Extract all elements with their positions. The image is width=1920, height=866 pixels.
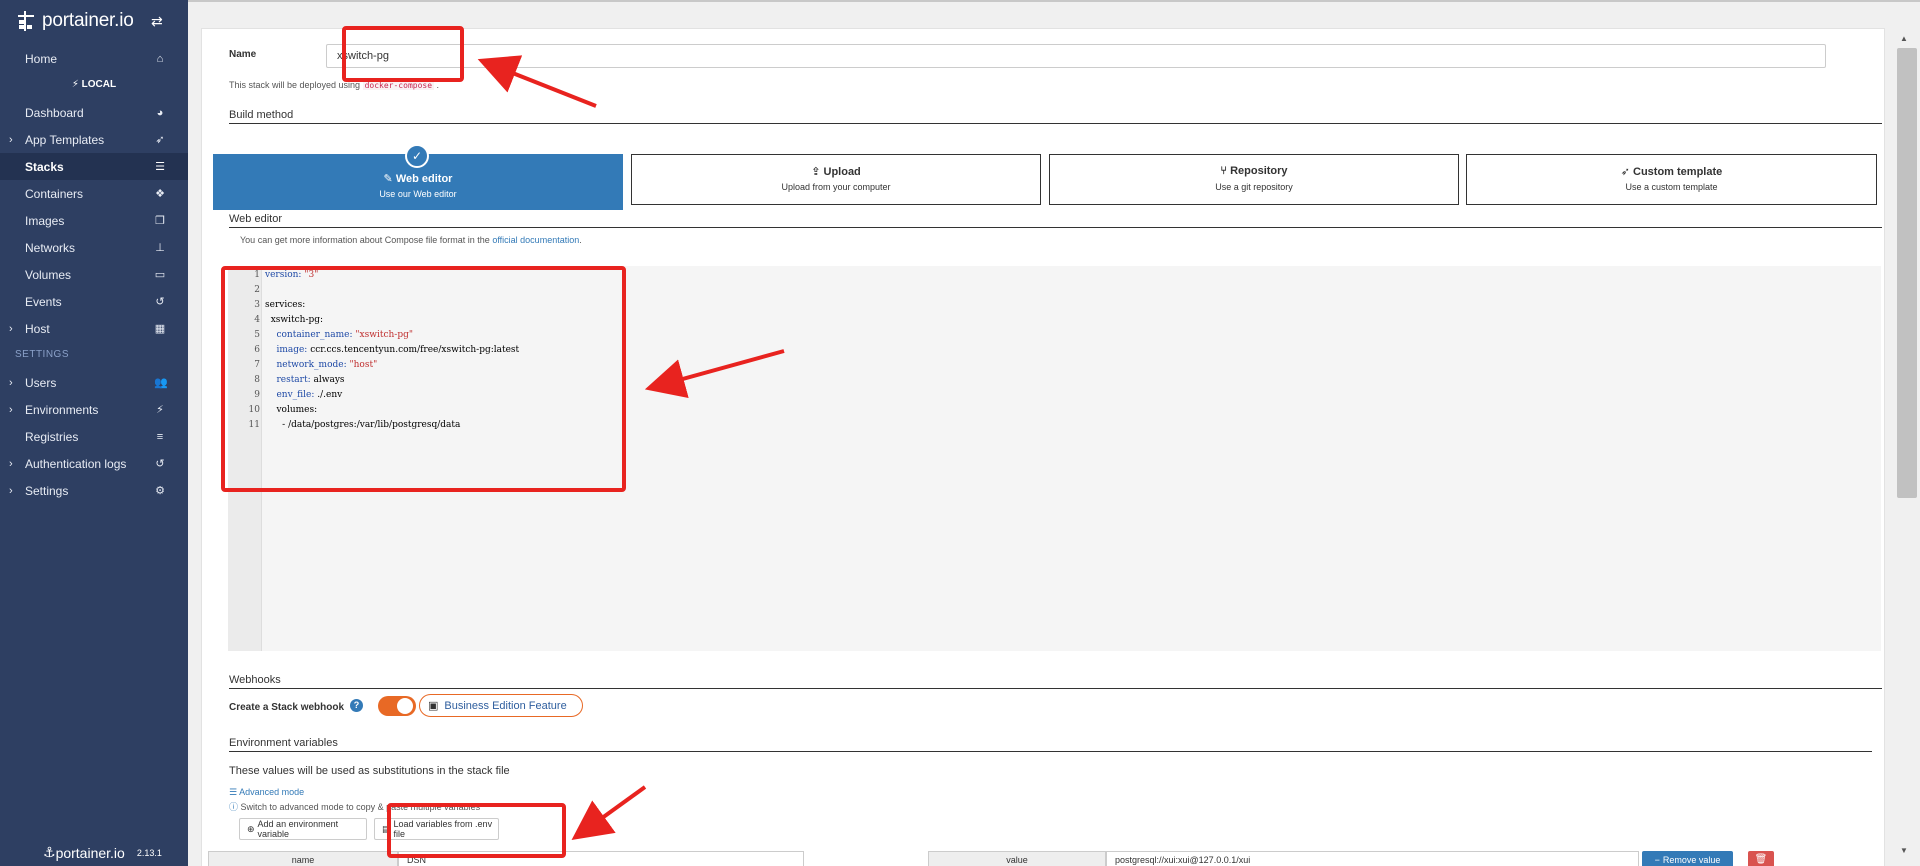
annotation-arrows [477,55,785,841]
arrow-to-name [477,55,597,108]
arrow-to-load-env [571,785,647,841]
arrow-to-editor [644,349,785,399]
